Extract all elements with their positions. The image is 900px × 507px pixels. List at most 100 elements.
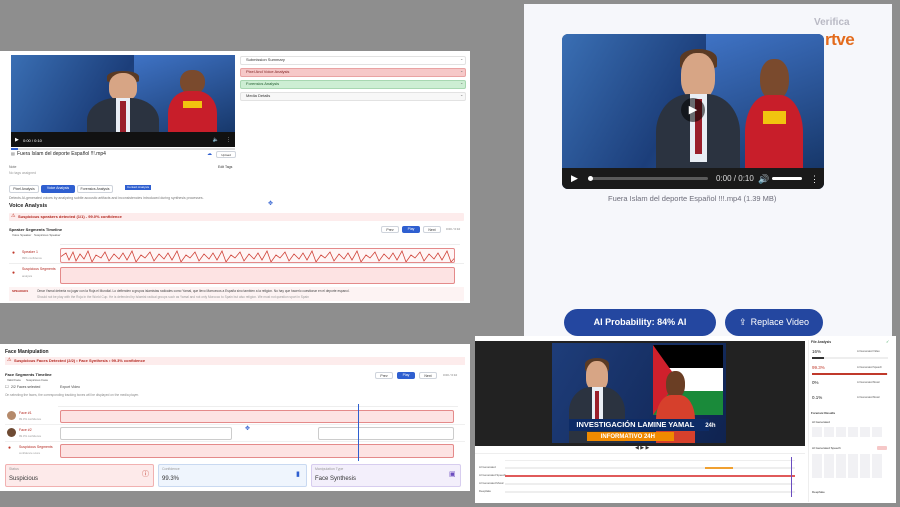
rtve-logo: rtve	[825, 30, 855, 49]
check-icon: ✓	[886, 339, 890, 344]
rtve-verifica-panel: Verifica rtve ▶ ▶ 0:00 / 0:10 🔊 ⋮ Fuera …	[524, 4, 892, 341]
move-icon[interactable]: ✥	[245, 426, 250, 432]
seek-bar[interactable]	[588, 176, 708, 181]
confidence-card-value: 99.3%	[162, 476, 180, 482]
play-icon[interactable]: ◀ ▶ ▶	[635, 446, 649, 451]
replace-video-button[interactable]: ⇪ Replace Video	[725, 309, 823, 336]
video-player[interactable]: ▶ ▶ 0:00 / 0:10 🔊 ⋮	[562, 34, 824, 189]
stat-2-bar	[812, 373, 888, 375]
face3-label: Suspicious Segments	[19, 445, 53, 449]
tab-pixel-analysis[interactable]: Pixel Analysis	[9, 185, 39, 193]
prev-button[interactable]: Prev	[381, 226, 399, 233]
speaker1-label: Speaker 1	[22, 250, 38, 254]
next-button[interactable]: Next	[423, 226, 441, 233]
timeline-title: Face Segments Timeline	[5, 372, 52, 377]
track-1[interactable]	[505, 467, 795, 469]
more-options-icon[interactable]: ⋮	[226, 138, 231, 143]
edit-tags-button[interactable]: Edit Tags	[218, 165, 232, 170]
play-button[interactable]: Play	[402, 226, 420, 233]
subline-text: INFORMATIVO 24H	[600, 434, 655, 440]
playhead[interactable]	[358, 404, 359, 461]
play-button[interactable]: Play	[397, 372, 415, 379]
prev-button[interactable]: Prev	[375, 372, 393, 379]
upload-button[interactable]: Upload	[216, 151, 236, 158]
detection-text: Suspicious Faces Detected (2/2) • Face S…	[14, 358, 146, 363]
file-name: Fuera Islam del deporte Español !!!.mp4 …	[608, 194, 777, 203]
face1-segment[interactable]	[60, 410, 454, 423]
video-time: 0:00 / 0:10	[23, 138, 42, 143]
time-readout: 0:00 / 0:10	[443, 373, 458, 377]
face2-segment-a[interactable]	[60, 427, 232, 440]
face1-sub: 99.3% confidence	[19, 417, 42, 421]
video-progress-bar[interactable]	[11, 148, 235, 150]
tab-badge: Contact Analysis	[125, 185, 152, 190]
speech-badge	[877, 446, 887, 450]
headline-text: INVESTIGACIÓN LAMINE YAMAL	[576, 419, 695, 429]
playhead[interactable]	[791, 457, 792, 497]
bar-chart-icon: ▮	[296, 471, 300, 478]
play-icon[interactable]: ▶	[571, 174, 578, 183]
next-button[interactable]: Next	[419, 372, 437, 379]
brand-top: Verifica	[814, 17, 850, 28]
track-3[interactable]	[505, 483, 795, 485]
track-label-1: AI Generated	[479, 465, 496, 469]
tab-voice-analysis[interactable]: Voice Analysis	[41, 185, 75, 193]
avatar	[7, 411, 16, 420]
stat-2-value: 99.3%	[812, 365, 825, 370]
accordion-media-label: Media Details	[246, 93, 271, 98]
checkbox-icon[interactable]: ☐	[5, 385, 9, 389]
speaker2-sub: analysis	[22, 274, 33, 278]
face2-segment-b[interactable]	[318, 427, 454, 440]
sidebar-title: File Analysis	[811, 340, 832, 344]
section-title: Face Manipulation	[5, 349, 49, 355]
suspicious-segment-bar[interactable]	[60, 267, 455, 284]
track-2-highlight[interactable]	[705, 467, 733, 469]
tab-forensics-analysis[interactable]: Forensics Analysis	[77, 185, 113, 193]
type-card-label: Manipulation Type	[315, 467, 344, 471]
export-video-button[interactable]: Export Video	[60, 385, 80, 390]
type-card-value: Face Synthesis	[315, 476, 357, 482]
volume-icon[interactable]: 🔈	[213, 138, 219, 143]
stat-1-value: 16%	[812, 349, 822, 354]
face3-sub: confidence score	[19, 451, 41, 455]
face-manipulation-panel: Face Manipulation ⚠ Suspicious Faces Det…	[0, 344, 470, 491]
ai-probability-button[interactable]: AI Probability: 84% AI	[564, 309, 716, 336]
play-icon[interactable]: ▶	[15, 138, 19, 143]
chevron-down-icon[interactable]: ⌄	[460, 93, 463, 97]
chevron-down-icon[interactable]: ⌄	[460, 57, 463, 61]
volume-icon[interactable]: 🔊	[758, 175, 769, 184]
confidence-card	[158, 464, 307, 487]
note-placeholder: No tags assigned	[9, 171, 37, 175]
track-ruler	[505, 457, 795, 461]
face3-segment[interactable]	[60, 444, 454, 458]
legend-valid: Valid Face	[7, 378, 21, 382]
stat-1-bar	[812, 357, 888, 359]
video-player[interactable]: ▶ 0:00 / 0:10 🔈 ⋮	[11, 55, 235, 147]
move-icon[interactable]: ✥	[268, 201, 273, 207]
video-player[interactable]: INVESTIGACIÓN LAMINE YAMAL INFORMATIVO 2…	[552, 343, 726, 443]
track-4[interactable]	[505, 491, 795, 493]
accordion-forensics-label: Forensics Analysis	[246, 81, 280, 86]
image-icon: ▣	[449, 471, 456, 478]
ai-generated-label: AI Generated	[812, 420, 830, 424]
more-options-icon[interactable]: ⋮	[810, 175, 819, 184]
track-2[interactable]	[505, 475, 795, 477]
stat-2-label: AI Generated Speech	[857, 366, 882, 369]
chevron-down-icon[interactable]: ⌄	[460, 69, 463, 73]
volume-slider[interactable]	[772, 177, 802, 180]
speaker1-waveform[interactable]	[60, 248, 455, 263]
forensic-results-title: Forensic Results	[811, 411, 836, 415]
accordion-submission-label: Submission Summary	[246, 57, 285, 62]
legend-suspicious: Suspicious Face	[26, 378, 49, 382]
cloud-upload-icon[interactable]: ☁	[207, 152, 212, 157]
stat-4-label: AI Generated Music	[857, 396, 880, 399]
transcript-text: Omar Yamal deberia no jugar con la Roja …	[37, 289, 350, 293]
status-card-label: Status	[9, 467, 19, 471]
note-label: Note	[9, 165, 17, 169]
center-play-icon[interactable]: ▶	[681, 98, 705, 122]
accordion-pixel-voice-label: Pixel And Voice Analysis	[246, 69, 290, 74]
accordion-media[interactable]	[240, 92, 466, 101]
media-timeline-panel: INVESTIGACIÓN LAMINE YAMAL INFORMATIVO 2…	[475, 336, 896, 503]
stat-4-value: 0.1%	[812, 395, 823, 400]
chevron-down-icon[interactable]: ⌄	[460, 81, 463, 85]
